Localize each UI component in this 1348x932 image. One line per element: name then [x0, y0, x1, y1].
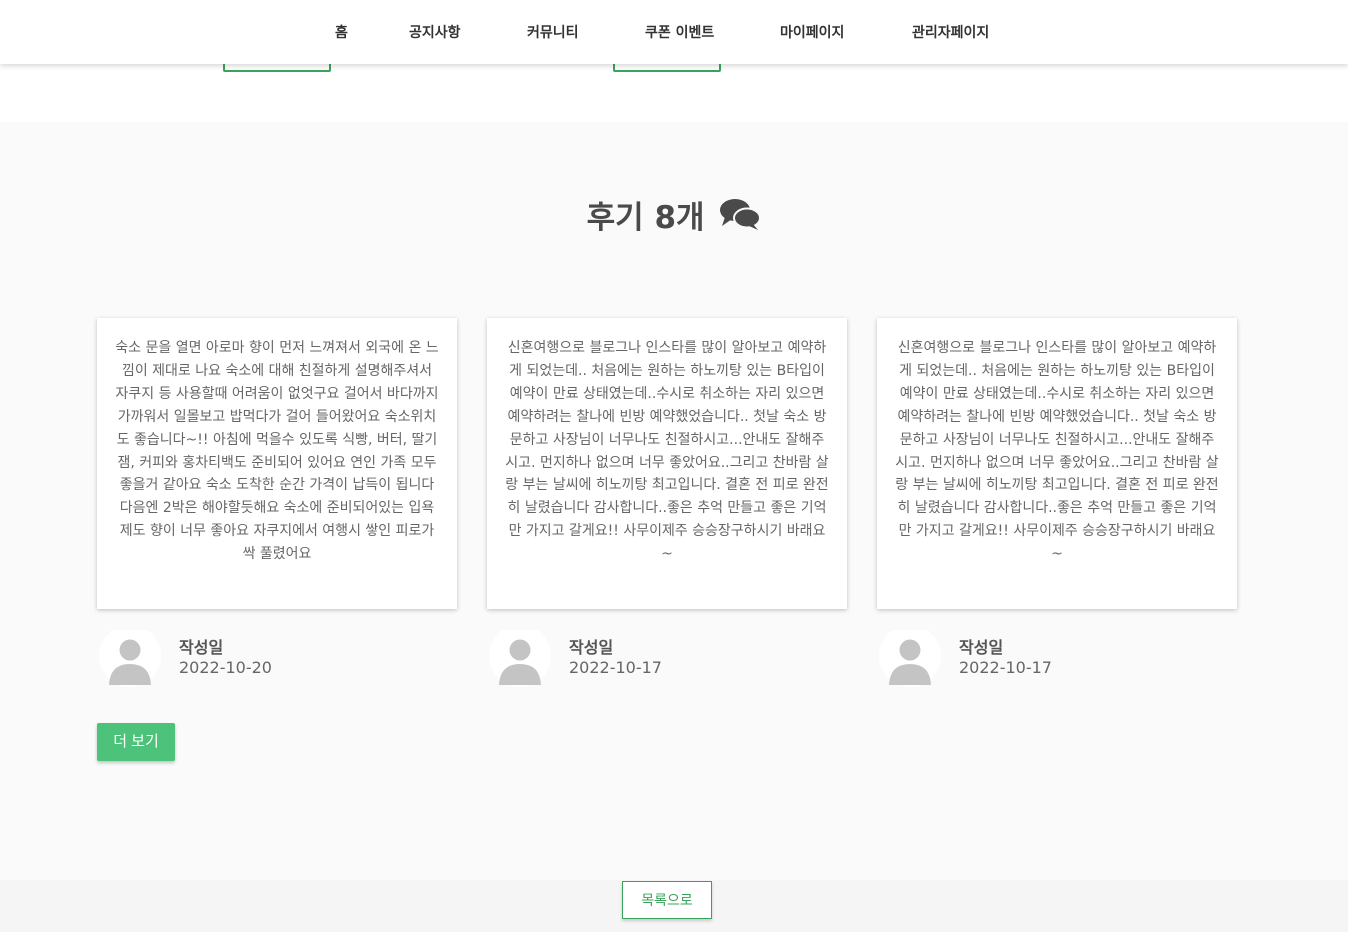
reviews-title: 후기 8개	[586, 200, 705, 236]
review-author: 작성일 2022-10-17	[487, 628, 787, 688]
review-date: 2022-10-20	[179, 658, 272, 677]
avatar-icon	[879, 630, 941, 687]
review-date: 2022-10-17	[569, 658, 662, 677]
more-button[interactable]: 더 보기	[97, 723, 175, 761]
review-text: 숙소 문을 열면 아로마 향이 먼저 느껴져서 외국에 온 느낌이 제대로 나요…	[115, 340, 439, 563]
review-date: 2022-10-17	[959, 658, 1052, 677]
review-text: 신혼여행으로 블로그나 인스타를 많이 알아보고 예약하게 되었는데.. 처음에…	[895, 340, 1219, 563]
review-card: 신혼여행으로 블로그나 인스타를 많이 알아보고 예약하게 되었는데.. 처음에…	[487, 318, 847, 609]
comments-icon	[720, 199, 762, 230]
nav-mypage[interactable]: 마이페이지	[780, 22, 844, 42]
nav-admin-page[interactable]: 관리자페이지	[912, 22, 989, 42]
avatar-icon	[99, 630, 161, 687]
author-label: 작성일	[959, 638, 1004, 657]
nav-community[interactable]: 커뮤니티	[527, 22, 579, 42]
author-label: 작성일	[179, 638, 224, 657]
reviews-heading: 후기 8개	[0, 192, 1348, 240]
avatar-icon	[489, 630, 551, 687]
author-label: 작성일	[569, 638, 614, 657]
nav-notice[interactable]: 공지사항	[409, 22, 461, 42]
review-author: 작성일 2022-10-17	[877, 628, 1177, 688]
review-card: 숙소 문을 열면 아로마 향이 먼저 느껴져서 외국에 온 느낌이 제대로 나요…	[97, 318, 457, 609]
top-navigation: 홈 공지사항 커뮤니티 쿠폰 이벤트 마이페이지 관리자페이지	[0, 0, 1348, 64]
review-card: 신혼여행으로 블로그나 인스타를 많이 알아보고 예약하게 되었는데.. 처음에…	[877, 318, 1237, 609]
back-to-list-button[interactable]: 목록으로	[622, 881, 712, 919]
nav-home[interactable]: 홈	[335, 22, 348, 42]
nav-coupon-event[interactable]: 쿠폰 이벤트	[645, 22, 714, 42]
review-text: 신혼여행으로 블로그나 인스타를 많이 알아보고 예약하게 되었는데.. 처음에…	[505, 340, 829, 563]
review-author: 작성일 2022-10-20	[97, 628, 397, 688]
